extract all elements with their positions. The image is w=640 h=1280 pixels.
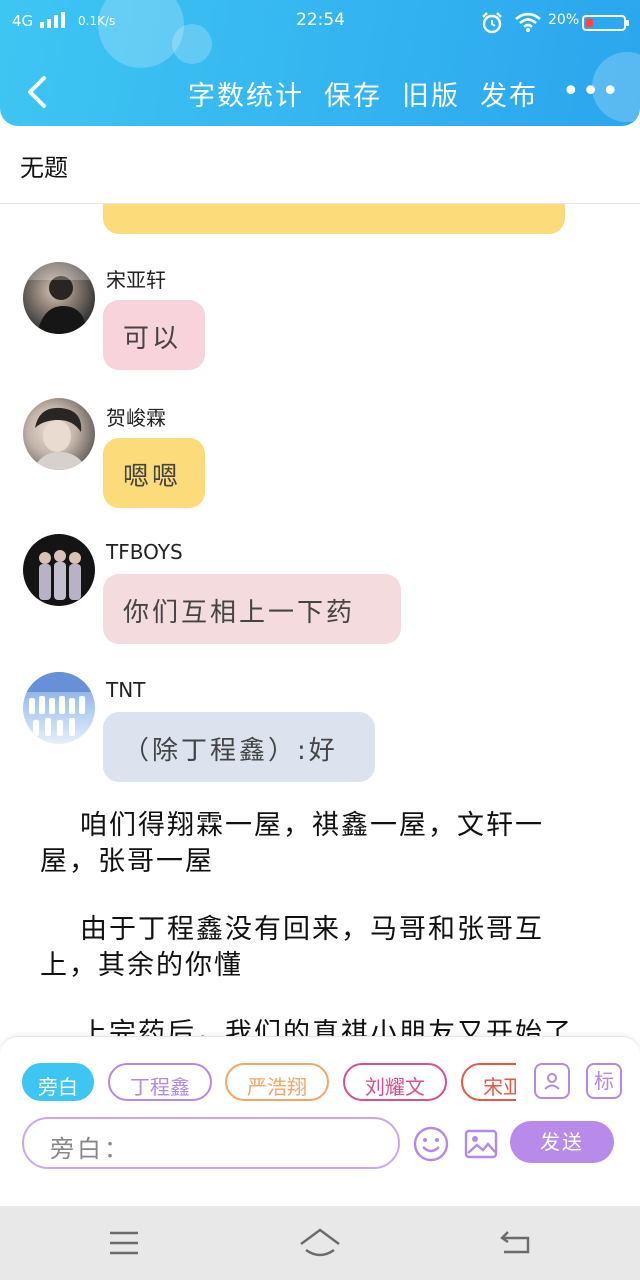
chat-message[interactable]: 宋亚轩 可以 bbox=[0, 258, 640, 378]
emoji-icon[interactable] bbox=[412, 1125, 450, 1163]
sender-name: TNT bbox=[106, 678, 146, 702]
status-bar: 4G 0.1K/s 22:54 20% bbox=[0, 8, 640, 34]
image-icon[interactable] bbox=[464, 1127, 498, 1161]
clock: 22:54 bbox=[296, 10, 345, 30]
network-speed: 0.1K/s bbox=[78, 14, 116, 28]
previous-message-bubble bbox=[103, 204, 565, 234]
word-count-button[interactable]: 字数统计 bbox=[188, 74, 304, 113]
message-bubble[interactable]: 你们互相上一下药 bbox=[103, 574, 401, 644]
role-chip[interactable]: 丁程鑫 bbox=[108, 1063, 212, 1101]
sender-name: 贺峻霖 bbox=[106, 406, 166, 430]
chat-message[interactable]: 贺峻霖 嗯嗯 bbox=[0, 396, 640, 516]
more-menu-button[interactable]: ••• bbox=[562, 74, 621, 109]
role-selector: 旁白 丁程鑫 严浩翔 刘耀文 宋亚轩 bbox=[20, 1063, 516, 1105]
avatar-image bbox=[39, 550, 81, 600]
role-chip[interactable]: 刘耀文 bbox=[343, 1063, 447, 1101]
contact-card-button[interactable] bbox=[534, 1063, 570, 1099]
sender-name: 宋亚轩 bbox=[106, 268, 166, 292]
battery-icon bbox=[582, 15, 626, 31]
message-input[interactable]: 旁白： bbox=[22, 1117, 400, 1169]
sender-name: TFBOYS bbox=[106, 540, 183, 564]
avatar-image bbox=[23, 672, 95, 736]
chip-label: 严浩翔 bbox=[247, 1075, 307, 1099]
person-icon bbox=[544, 1073, 560, 1090]
message-text: 可以 bbox=[123, 324, 182, 354]
document-title[interactable]: 无题 bbox=[20, 148, 68, 183]
avatar[interactable] bbox=[23, 398, 95, 470]
alarm-icon bbox=[482, 12, 502, 34]
chip-label: 宋亚轩 bbox=[483, 1075, 516, 1099]
avatar-image bbox=[23, 262, 95, 334]
publish-button[interactable]: 发布 bbox=[480, 74, 538, 113]
message-text: 你们互相上一下药 bbox=[123, 598, 356, 628]
back-icon[interactable] bbox=[498, 1228, 532, 1256]
message-text: 嗯嗯 bbox=[123, 462, 182, 492]
home-icon[interactable] bbox=[298, 1226, 342, 1260]
story-content[interactable]: 宋亚轩 可以 贺峻霖 嗯嗯 TFBOYS 你们互相上一下药 TNT （除丁程鑫）… bbox=[0, 204, 640, 1036]
message-bubble[interactable]: 可以 bbox=[103, 300, 205, 370]
signal-icon bbox=[39, 12, 65, 28]
back-arrow-icon[interactable] bbox=[22, 72, 62, 112]
chip-label: 刘耀文 bbox=[365, 1075, 425, 1099]
signal-indicator: 4G bbox=[12, 12, 66, 30]
avatar[interactable] bbox=[23, 672, 95, 744]
save-button[interactable]: 保存 bbox=[324, 74, 382, 113]
message-bubble[interactable]: 嗯嗯 bbox=[103, 438, 205, 508]
menu-icon[interactable] bbox=[108, 1230, 140, 1256]
old-version-button[interactable]: 旧版 bbox=[402, 74, 460, 113]
composer-panel: 旁白 丁程鑫 严浩翔 刘耀文 宋亚轩 标 旁白： 发送 bbox=[0, 1036, 640, 1171]
battery-cap bbox=[626, 20, 629, 26]
chip-label: 旁白 bbox=[38, 1075, 78, 1099]
document-title-bar[interactable]: 无题 bbox=[0, 126, 640, 204]
battery-percent: 20% bbox=[548, 12, 580, 28]
narration-paragraph[interactable]: 咱们得翔霖一屋，祺鑫一屋，文轩一屋，张哥一屋 bbox=[40, 808, 600, 880]
chip-label: 丁程鑫 bbox=[130, 1075, 190, 1099]
app-header: 4G 0.1K/s 22:54 20% 字数统计 保存 旧版 发布 ••• bbox=[0, 0, 640, 126]
send-button[interactable]: 发送 bbox=[510, 1121, 614, 1163]
tag-button[interactable]: 标 bbox=[586, 1063, 622, 1099]
message-bubble[interactable]: （除丁程鑫）:好 bbox=[103, 712, 375, 782]
role-chip-narration[interactable]: 旁白 bbox=[22, 1063, 94, 1101]
role-chip[interactable]: 宋亚轩 bbox=[461, 1063, 516, 1101]
message-text: （除丁程鑫）:好 bbox=[123, 736, 338, 766]
network-type: 4G bbox=[12, 12, 34, 30]
narration-paragraph[interactable]: 上完药后，我们的真祺小朋友又开始了 bbox=[40, 1016, 600, 1036]
avatar[interactable] bbox=[23, 534, 95, 606]
system-navigation-bar bbox=[0, 1206, 640, 1280]
avatar-image bbox=[33, 407, 87, 470]
narration-paragraph[interactable]: 由于丁程鑫没有回来，马哥和张哥互上，其余的你懂 bbox=[40, 912, 600, 984]
chat-message[interactable]: TNT （除丁程鑫）:好 bbox=[0, 672, 640, 792]
battery-level bbox=[586, 19, 593, 27]
avatar[interactable] bbox=[23, 262, 95, 334]
wifi-icon bbox=[515, 12, 541, 32]
chat-message[interactable]: TFBOYS 你们互相上一下药 bbox=[0, 534, 640, 654]
role-chip[interactable]: 严浩翔 bbox=[225, 1063, 329, 1101]
